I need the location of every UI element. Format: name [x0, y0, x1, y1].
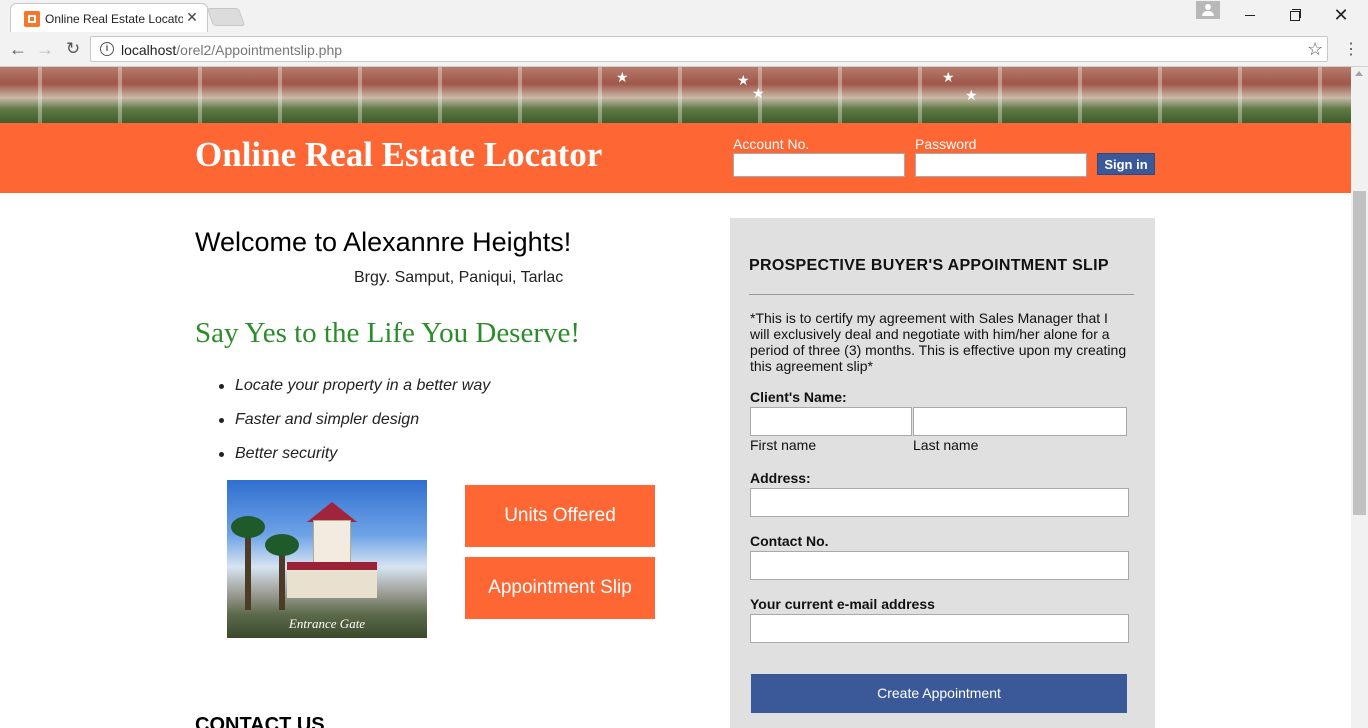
sign-in-button[interactable]: Sign in [1097, 153, 1155, 175]
tagline: Say Yes to the Life You Deserve! [195, 317, 581, 349]
divider [749, 294, 1134, 295]
profile-icon[interactable] [1196, 1, 1220, 19]
contact-no-label: Contact No. [750, 533, 829, 549]
url-path: /orel2/Appointmentslip.php [176, 42, 343, 58]
tab-bar: Online Real Estate Locato ✕ ✕ [0, 0, 1368, 33]
reload-icon[interactable]: ↻ [62, 38, 84, 60]
last-name-input[interactable] [913, 407, 1127, 436]
gate-arch [287, 562, 377, 598]
header-banner-image: ★ ★ ★ ★ ★ [0, 67, 1351, 123]
first-name-label: First name [750, 437, 817, 453]
email-input[interactable] [750, 614, 1129, 643]
site-header: Online Real Estate Locator Account No. P… [0, 123, 1351, 193]
appointment-title: PROSPECTIVE BUYER'S APPOINTMENT SLIP [749, 257, 1109, 274]
scroll-up-arrow-icon[interactable] [1355, 71, 1363, 76]
tab-title: Online Real Estate Locato [45, 12, 183, 26]
star-decoration-icon: ★ [616, 69, 629, 85]
navigation-bar: ← → ↻ i localhost/orel2/Appointmentslip.… [0, 32, 1368, 67]
star-decoration-icon: ★ [737, 72, 750, 88]
first-name-input[interactable] [750, 407, 912, 436]
appointment-slip-panel: PROSPECTIVE BUYER'S APPOINTMENT SLIP *Th… [730, 218, 1155, 728]
last-name-label: Last name [913, 437, 979, 453]
units-offered-button[interactable]: Units Offered [465, 485, 655, 547]
browser-menu-icon[interactable]: ⋮ [1342, 40, 1360, 60]
info-icon[interactable]: i [100, 42, 114, 56]
password-input[interactable] [915, 153, 1087, 177]
address-input[interactable] [750, 488, 1129, 517]
site-title[interactable]: Online Real Estate Locator [195, 135, 602, 175]
palm-leaves [265, 534, 299, 556]
agreement-note: *This is to certify my agreement with Sa… [750, 310, 1127, 374]
scrollbar-thumb[interactable] [1353, 191, 1366, 515]
browser-chrome: Online Real Estate Locato ✕ ✕ ← → ↻ i lo… [0, 0, 1368, 67]
address-label: Address: [750, 470, 811, 486]
create-appointment-button[interactable]: Create Appointment [751, 674, 1127, 713]
window-close-icon[interactable]: ✕ [1328, 4, 1354, 26]
welcome-heading: Welcome to Alexannre Heights! [195, 227, 572, 257]
address-bar[interactable]: i localhost/orel2/Appointmentslip.php ☆ [90, 36, 1328, 62]
xampp-favicon-icon [24, 11, 40, 27]
star-decoration-icon: ★ [965, 87, 978, 103]
url-host: localhost [121, 42, 177, 58]
client-name-label: Client's Name: [750, 389, 847, 405]
page-scrollbar[interactable] [1351, 67, 1368, 728]
appointment-slip-button[interactable]: Appointment Slip [465, 557, 655, 619]
back-arrow-icon[interactable]: ← [7, 38, 29, 60]
email-label: Your current e-mail address [750, 596, 935, 612]
browser-tab[interactable]: Online Real Estate Locato ✕ [10, 3, 208, 33]
tab-close-icon[interactable]: ✕ [185, 9, 199, 25]
account-no-label: Account No. [733, 136, 810, 152]
contact-us-heading: CONTACT US [195, 714, 325, 728]
feature-list: Locate your property in a better way Fas… [218, 377, 490, 479]
url-text[interactable]: localhost/orel2/Appointmentslip.php [121, 42, 342, 58]
password-label: Password [915, 136, 977, 152]
contact-no-input[interactable] [750, 551, 1129, 580]
list-item: Locate your property in a better way [218, 377, 490, 411]
account-no-input[interactable] [733, 153, 905, 177]
page-viewport: ★ ★ ★ ★ ★ Online Real Estate Locator Acc… [0, 67, 1351, 728]
star-decoration-icon: ★ [942, 69, 955, 85]
forward-arrow-icon[interactable]: → [34, 38, 56, 60]
gate-roof [307, 502, 357, 522]
bookmark-star-icon[interactable]: ☆ [1307, 39, 1323, 60]
list-item: Better security [218, 445, 490, 479]
location-text: Brgy. Samput, Paniqui, Tarlac [354, 269, 564, 286]
restore-icon[interactable] [1282, 4, 1308, 26]
entrance-gate-image: Entrance Gate [227, 480, 427, 638]
palm-leaves [231, 516, 265, 538]
star-decoration-icon: ★ [752, 85, 765, 101]
new-tab-button[interactable] [206, 8, 246, 26]
list-item: Faster and simpler design [218, 411, 490, 445]
minimize-icon[interactable] [1237, 4, 1263, 26]
image-caption: Entrance Gate [288, 616, 366, 631]
